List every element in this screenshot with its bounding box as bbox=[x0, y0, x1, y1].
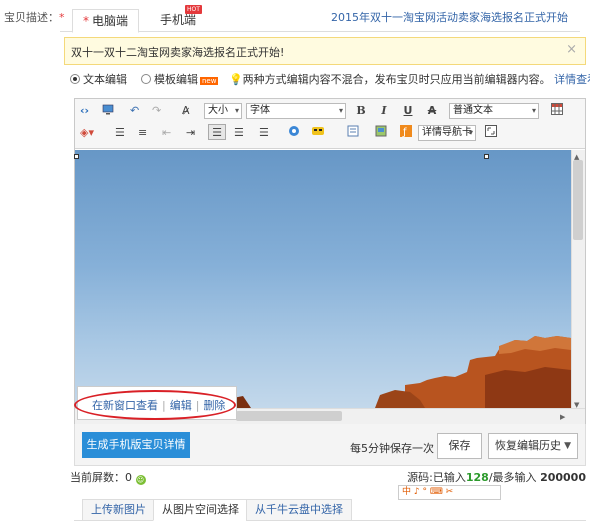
screen-count: 当前屏数：0 ☺ bbox=[70, 471, 146, 485]
align-left-button[interactable]: ☰ bbox=[208, 124, 226, 140]
flash-icon[interactable]: ƒ bbox=[399, 125, 413, 141]
close-icon[interactable]: × bbox=[566, 42, 577, 57]
tab-upload-new-image[interactable]: 上传新图片 bbox=[82, 499, 155, 521]
radio-icon bbox=[141, 74, 151, 84]
redo-icon[interactable]: ↷ bbox=[152, 103, 161, 119]
link-icon[interactable] bbox=[287, 125, 301, 141]
horizontal-scroll-thumb[interactable] bbox=[236, 411, 342, 421]
smile-icon: ☺ bbox=[135, 475, 146, 485]
new-badge: new bbox=[200, 77, 219, 85]
canyon-landscape-image bbox=[225, 336, 571, 408]
preview-icon[interactable] bbox=[100, 103, 116, 119]
source-char-count: 源码:已输入128/最多输入 200000 bbox=[407, 471, 586, 484]
font-family-select[interactable]: 字体 bbox=[246, 103, 346, 119]
autosave-note: 每5分钟保存一次 bbox=[350, 442, 434, 455]
hot-badge: HOT bbox=[185, 5, 202, 14]
template-mode-radio[interactable]: 模板编辑 new bbox=[141, 73, 219, 86]
radio-checked-icon bbox=[70, 74, 80, 84]
mode-tip: 两种方式编辑内容不混合，发布宝贝时只应用当前编辑器内容。 bbox=[242, 73, 551, 86]
resize-handle[interactable] bbox=[484, 154, 489, 159]
notice-text: 双十一双十二淘宝网卖家海选报名正式开始! bbox=[71, 46, 285, 59]
ime-toolbar-icons: 中 ♪ ° ⌨ ✂ bbox=[402, 487, 454, 497]
notice-banner: 双十一双十二淘宝网卖家海选报名正式开始! × bbox=[64, 37, 586, 65]
edit-mode-row: 文本编辑 模板编辑 new 💡两种方式编辑内容不混合，发布宝贝时只应用当前编辑器内… bbox=[70, 71, 590, 87]
scroll-up-icon[interactable]: ▲ bbox=[574, 149, 579, 165]
description-label: 宝贝描述：* bbox=[4, 11, 65, 24]
strikethrough-button[interactable]: A bbox=[426, 103, 438, 119]
bullet-list-icon[interactable]: ☰ bbox=[115, 125, 125, 141]
numbered-list-icon[interactable]: ≡ bbox=[138, 125, 147, 141]
text-color-icon[interactable]: ◈▾ bbox=[80, 125, 94, 141]
source-code-icon[interactable]: ‹› bbox=[80, 103, 89, 119]
chevron-down-icon: ▼ bbox=[564, 441, 571, 451]
tip-detail-link[interactable]: 详情查看 bbox=[554, 73, 590, 86]
undo-icon[interactable]: ↶ bbox=[130, 103, 139, 119]
tab-qianniu-cloud[interactable]: 从千牛云盘中选择 bbox=[246, 499, 352, 521]
indent-icon[interactable]: ⇥ bbox=[186, 125, 195, 141]
emoji-icon[interactable] bbox=[311, 125, 325, 141]
paragraph-format-select[interactable]: 普通文本 bbox=[449, 103, 539, 119]
restore-history-dropdown[interactable]: 恢复编辑历史 ▼ bbox=[488, 433, 578, 459]
lightbulb-icon: 💡 bbox=[228, 73, 243, 86]
underline-button[interactable]: U bbox=[402, 103, 414, 119]
detail-navigation-select[interactable]: 详情导航卡 bbox=[418, 125, 476, 141]
bold-button[interactable]: B bbox=[355, 103, 367, 119]
resize-handle[interactable] bbox=[74, 154, 79, 159]
scroll-right-icon[interactable]: ▶ bbox=[560, 409, 565, 425]
table-icon[interactable] bbox=[547, 103, 567, 119]
fullscreen-icon[interactable] bbox=[484, 125, 498, 141]
outdent-icon[interactable]: ⇤ bbox=[162, 125, 171, 141]
generate-mobile-detail-button[interactable]: 生成手机版宝贝详情 bbox=[82, 432, 190, 458]
device-tab-bar: * 电脑端 手机端 HOT 2015年双十一淘宝网活动卖家海选报名正式开始 bbox=[60, 0, 580, 33]
module-icon[interactable] bbox=[346, 125, 360, 141]
text-mode-radio[interactable]: 文本编辑 bbox=[70, 73, 127, 86]
svg-text:ƒ: ƒ bbox=[402, 127, 407, 137]
image-icon[interactable] bbox=[374, 125, 388, 141]
align-right-icon[interactable]: ☰ bbox=[259, 125, 269, 141]
font-size-select[interactable]: 大小 bbox=[204, 103, 242, 119]
tab-image-space[interactable]: 从图片空间选择 bbox=[153, 499, 248, 521]
editor-content-image[interactable] bbox=[75, 150, 571, 408]
align-center-icon[interactable]: ☰ bbox=[234, 125, 244, 141]
vertical-scroll-thumb[interactable] bbox=[573, 160, 583, 240]
save-button[interactable]: 保存 bbox=[437, 433, 482, 459]
promo-link[interactable]: 2015年双十一淘宝网活动卖家海选报名正式开始 bbox=[331, 9, 568, 25]
format-painter-icon[interactable]: A̷ bbox=[182, 103, 190, 119]
italic-button[interactable]: I bbox=[378, 103, 390, 119]
tab-pc[interactable]: * 电脑端 bbox=[72, 9, 140, 33]
highlight-oval bbox=[74, 390, 236, 420]
